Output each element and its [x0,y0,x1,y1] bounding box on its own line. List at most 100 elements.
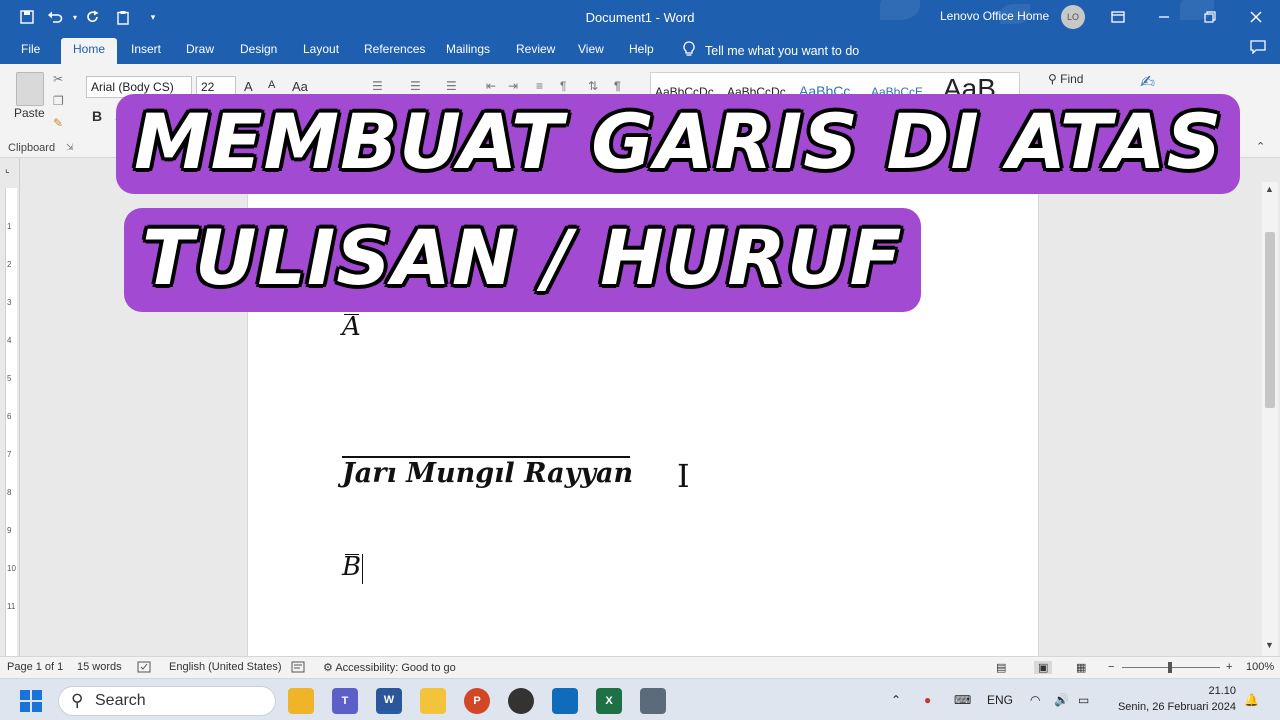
scroll-down-icon[interactable]: ▼ [1265,640,1274,650]
notifications-icon[interactable]: 🔔 [1244,693,1259,707]
tab-review[interactable]: Review [516,42,555,56]
ruler-number: 7 [7,450,12,459]
status-bar: Page 1 of 1 15 words English (United Sta… [0,656,1280,678]
clock[interactable]: 21.10 Senin, 26 Februari 2024 [1110,683,1236,715]
lock-app-icon[interactable] [420,688,446,714]
title-bar: ▾ ▾ Document1 - Word Lenovo Office Home … [0,0,1280,34]
align-left-icon[interactable]: ≡ [536,79,543,93]
powerpoint-icon[interactable]: P [464,688,490,714]
windows-start-icon[interactable] [20,690,42,712]
format-painter-icon[interactable]: ✎ [53,116,63,130]
text-cursor-icon: I [677,457,690,495]
zoom-out-icon[interactable]: − [1108,661,1114,673]
tab-selector-icon[interactable]: ⌞ [5,164,10,175]
overlined-phrase[interactable]: Jarı Mungıl Rayyan [342,458,633,489]
excel-icon[interactable]: X [596,688,622,714]
grow-font-icon[interactable]: A [244,79,253,94]
tab-design[interactable]: Design [240,42,277,56]
editor-icon[interactable]: ✍ [1140,72,1155,93]
ruler-number: 8 [7,488,12,497]
comments-icon[interactable] [1250,40,1266,57]
zoom-level[interactable]: 100% [1246,661,1274,673]
volume-icon[interactable]: 🔊 [1054,693,1069,707]
tab-view[interactable]: View [578,42,604,56]
equation-a[interactable]: A [342,312,361,342]
read-mode-icon[interactable]: ▤ [996,661,1006,674]
ruler-number: 11 [7,602,16,611]
restore-icon[interactable] [1199,6,1221,28]
shrink-font-icon[interactable]: A [268,79,275,91]
rtl-icon[interactable]: ¶ [560,79,566,93]
zoom-in-icon[interactable]: + [1226,661,1232,673]
bullets-icon[interactable]: ☰ [372,79,383,93]
decrease-indent-icon[interactable]: ⇤ [486,79,496,93]
page-count[interactable]: Page 1 of 1 [7,661,63,673]
ruler-number: 10 [7,564,16,573]
show-marks-icon[interactable]: ¶ [614,79,621,93]
battery-icon[interactable]: ▭ [1078,693,1089,707]
clipboard-launcher-icon[interactable]: ⇲ [66,142,74,153]
sort-icon[interactable]: ⇅ [588,79,598,93]
file-explorer-icon[interactable] [288,688,314,714]
equation-b[interactable]: B [342,552,361,582]
minimize-icon[interactable] [1153,6,1175,28]
banner-line-2: TULISAN / HURUF [124,208,921,312]
ribbon-display-options-icon[interactable] [1107,6,1129,28]
tab-references[interactable]: References [364,42,425,56]
zoom-slider-thumb[interactable] [1168,662,1172,673]
tab-layout[interactable]: Layout [303,42,339,56]
proofing-icon[interactable] [137,661,151,676]
show-hidden-icons-icon[interactable]: ⌃ [891,693,901,707]
insertion-caret [362,554,363,584]
microphone-icon[interactable]: ● [924,693,931,707]
tab-mailings[interactable]: Mailings [446,42,490,56]
snipping-tool-icon[interactable] [640,688,666,714]
tab-draw[interactable]: Draw [186,42,214,56]
scroll-up-icon[interactable]: ▲ [1265,184,1274,194]
collapse-ribbon-icon[interactable]: ⌃ [1256,140,1265,153]
vertical-ruler: ⌞ 1 2 3 4 5 6 7 8 9 10 11 [0,158,20,658]
chrome-icon[interactable] [508,688,534,714]
close-icon[interactable] [1245,6,1267,28]
teams-icon[interactable]: T [332,688,358,714]
wifi-icon[interactable]: ◠ [1030,693,1040,707]
print-layout-icon[interactable]: ▣ [1034,661,1053,674]
input-language[interactable]: ENG [987,693,1013,707]
paste-button[interactable]: Paste [14,106,45,120]
word-count[interactable]: 15 words [77,661,122,673]
bold-button[interactable]: B [92,108,102,124]
web-layout-icon[interactable]: ▦ [1076,661,1086,674]
keyboard-icon[interactable]: ⌨ [954,693,971,707]
search-icon: ⚲ [1048,72,1057,86]
account-name[interactable]: Lenovo Office Home [940,9,1049,23]
tell-me-search[interactable]: Tell me what you want to do [683,41,859,60]
search-label: Search [95,692,146,709]
tab-file[interactable]: File [21,42,40,56]
clock-time: 21.10 [1208,685,1236,697]
text-predictions-icon[interactable] [291,661,305,676]
word-icon[interactable]: W [376,688,402,714]
cut-icon[interactable]: ✂ [53,72,63,86]
tab-help[interactable]: Help [629,42,654,56]
lightbulb-icon [683,41,695,60]
copy-icon[interactable]: ❐ [53,94,64,108]
scrollbar-thumb[interactable] [1265,232,1275,408]
increase-indent-icon[interactable]: ⇥ [508,79,518,93]
clock-date: Senin, 26 Februari 2024 [1117,701,1236,713]
accessibility-status[interactable]: ⚙ Accessibility: Good to go [323,661,456,674]
language[interactable]: English (United States) [169,661,282,673]
avatar[interactable]: LO [1061,5,1085,29]
store-icon[interactable] [552,688,578,714]
ruler-number: 6 [7,412,12,421]
taskbar-search[interactable]: ⚲ Search [58,686,276,716]
accessibility-label: Accessibility: Good to go [335,662,456,674]
tab-home[interactable]: Home [61,38,118,64]
find-button[interactable]: ⚲ Find [1048,72,1083,86]
multilevel-list-icon[interactable]: ☰ [446,79,457,93]
change-case-icon[interactable]: Aa [292,79,308,94]
numbering-icon[interactable]: ☰ [410,79,421,93]
vertical-scrollbar[interactable]: ▲ ▼ [1262,182,1278,656]
paste-icon[interactable] [16,72,44,106]
tab-insert[interactable]: Insert [131,42,161,56]
find-label: Find [1060,72,1084,86]
